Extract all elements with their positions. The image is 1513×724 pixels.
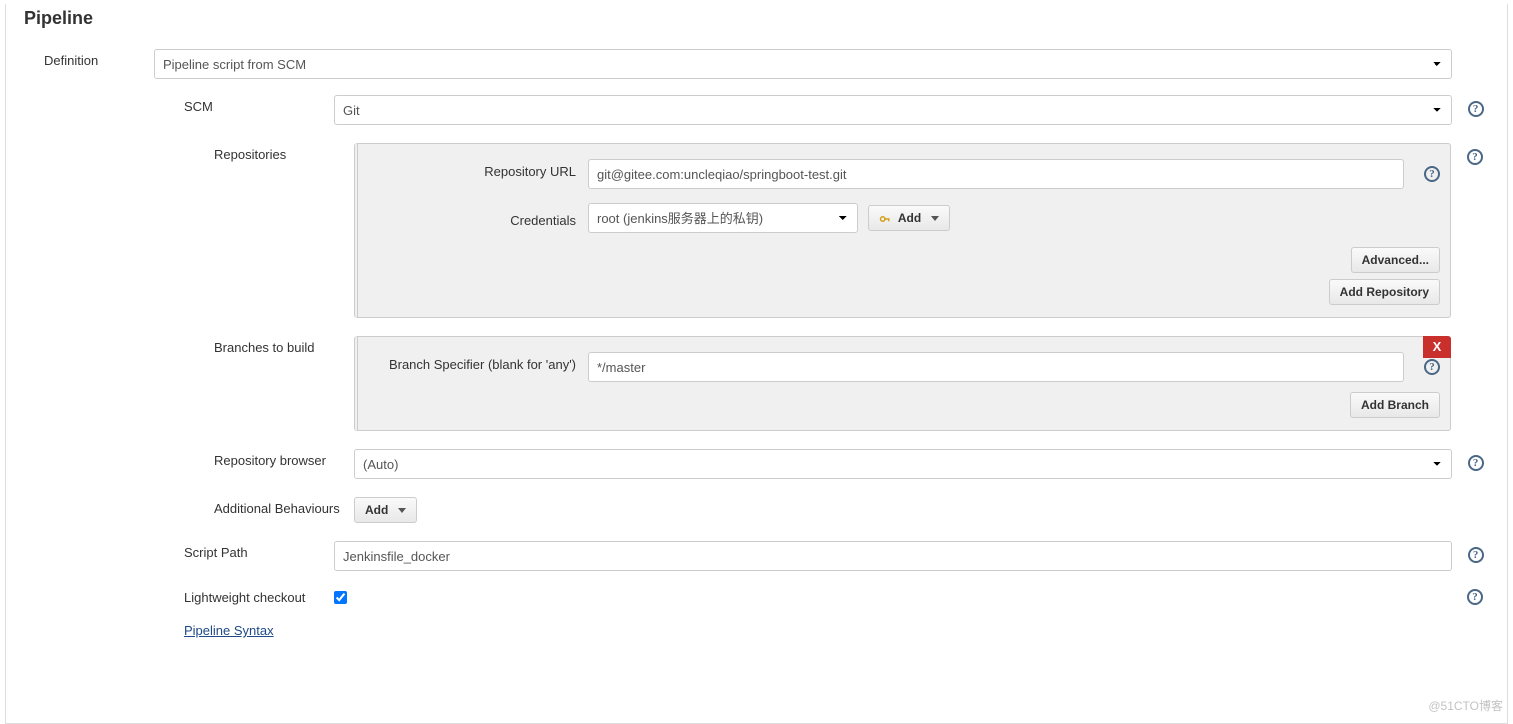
repo-url-input[interactable] <box>588 159 1404 189</box>
help-icon[interactable] <box>1468 101 1484 117</box>
scm-select[interactable]: Git <box>334 95 1452 125</box>
add-branch-button[interactable]: Add Branch <box>1350 392 1440 418</box>
section-title: Pipeline <box>24 4 1489 29</box>
pipeline-syntax-link[interactable]: Pipeline Syntax <box>184 623 274 638</box>
add-behaviour-button[interactable]: Add <box>354 497 417 523</box>
help-icon[interactable] <box>1424 166 1440 182</box>
repository-panel: Repository URL Credentials root (jenkins… <box>354 143 1451 318</box>
key-icon <box>879 213 891 225</box>
definition-label: Definition <box>44 49 154 79</box>
branch-specifier-input[interactable] <box>588 352 1404 382</box>
branches-label: Branches to build <box>214 336 354 431</box>
repositories-label: Repositories <box>214 143 354 318</box>
lightweight-checkbox[interactable] <box>334 591 347 604</box>
repo-browser-label: Repository browser <box>214 449 354 479</box>
help-icon[interactable] <box>1424 359 1440 375</box>
help-icon[interactable] <box>1468 455 1484 471</box>
add-credentials-button[interactable]: Add <box>868 205 950 231</box>
help-icon[interactable] <box>1468 547 1484 563</box>
add-repository-button[interactable]: Add Repository <box>1329 279 1440 305</box>
script-path-input[interactable] <box>334 541 1452 571</box>
repo-browser-select[interactable]: (Auto) <box>354 449 1452 479</box>
delete-branch-button[interactable]: X <box>1423 336 1451 358</box>
branch-specifier-label: Branch Specifier (blank for 'any') <box>388 352 588 382</box>
watermark: @51CTO博客 <box>1428 697 1503 714</box>
help-icon[interactable] <box>1467 589 1483 605</box>
advanced-button[interactable]: Advanced... <box>1351 247 1440 273</box>
help-icon[interactable] <box>1467 149 1483 165</box>
lightweight-label: Lightweight checkout <box>184 590 334 605</box>
repo-url-label: Repository URL <box>388 159 588 189</box>
credentials-label: Credentials <box>388 208 588 228</box>
definition-select[interactable]: Pipeline script from SCM <box>154 49 1452 79</box>
branches-panel: X Branch Specifier (blank for 'any') Add… <box>354 336 1451 431</box>
additional-behaviours-label: Additional Behaviours <box>214 497 354 523</box>
scm-label: SCM <box>184 95 334 125</box>
credentials-select[interactable]: root (jenkins服务器上的私钥) <box>588 203 858 233</box>
script-path-label: Script Path <box>184 541 334 571</box>
